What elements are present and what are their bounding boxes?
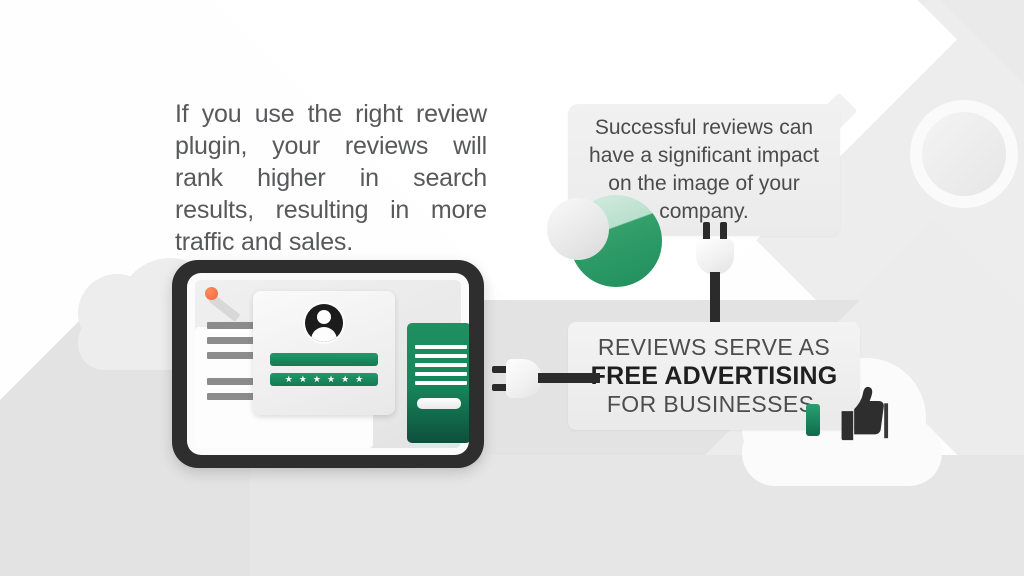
- avatar-silhouette: [305, 304, 343, 342]
- thumbs-up-cuff: [806, 404, 820, 436]
- circle-decoration: [922, 112, 1006, 196]
- pin-marker-icon: [205, 287, 218, 300]
- thumbs-up-glyph: [841, 386, 889, 441]
- green-side-panel: [407, 323, 469, 443]
- headline-line-2: FREE ADVERTISING: [590, 362, 838, 390]
- plug-icon-horizontal: [492, 356, 600, 400]
- avatar: [303, 302, 345, 344]
- review-card: ★ ★ ★ ★ ★ ★: [253, 291, 395, 415]
- star-icon: ★: [327, 374, 336, 384]
- plug-body: [506, 359, 542, 398]
- star-icon: ★: [312, 374, 321, 384]
- panel-line: [415, 363, 467, 367]
- plug-icon-vertical: [692, 222, 738, 330]
- avatar-head: [317, 310, 331, 324]
- left-paragraph: If you use the right review plugin, your…: [175, 100, 487, 256]
- panel-line: [415, 372, 467, 376]
- panel-line: [415, 345, 467, 349]
- panel-button[interactable]: [417, 398, 461, 409]
- panel-line: [415, 354, 467, 358]
- panel-line: [415, 381, 467, 385]
- tablet-screen: ★ ★ ★ ★ ★ ★: [187, 273, 469, 455]
- star-icon: ★: [298, 374, 307, 384]
- headline-line-1: REVIEWS SERVE AS: [597, 333, 831, 360]
- star-icon: ★: [284, 374, 293, 384]
- star-icon: ★: [341, 374, 350, 384]
- tablet-device: ★ ★ ★ ★ ★ ★: [172, 260, 484, 468]
- rating-bar: ★ ★ ★ ★ ★ ★: [270, 373, 378, 386]
- star-icon: ★: [355, 374, 364, 384]
- thumbs-up-icon: [806, 382, 890, 444]
- plug-cord: [538, 373, 600, 383]
- sphere-decoration-gray: [547, 198, 609, 260]
- avatar-body: [311, 327, 337, 342]
- reviewer-name-bar: [270, 353, 378, 366]
- headline-line-3: FOR BUSINESSES.: [606, 391, 822, 417]
- slide-canvas: If you use the right review plugin, your…: [0, 0, 1024, 576]
- plug-body: [696, 239, 734, 275]
